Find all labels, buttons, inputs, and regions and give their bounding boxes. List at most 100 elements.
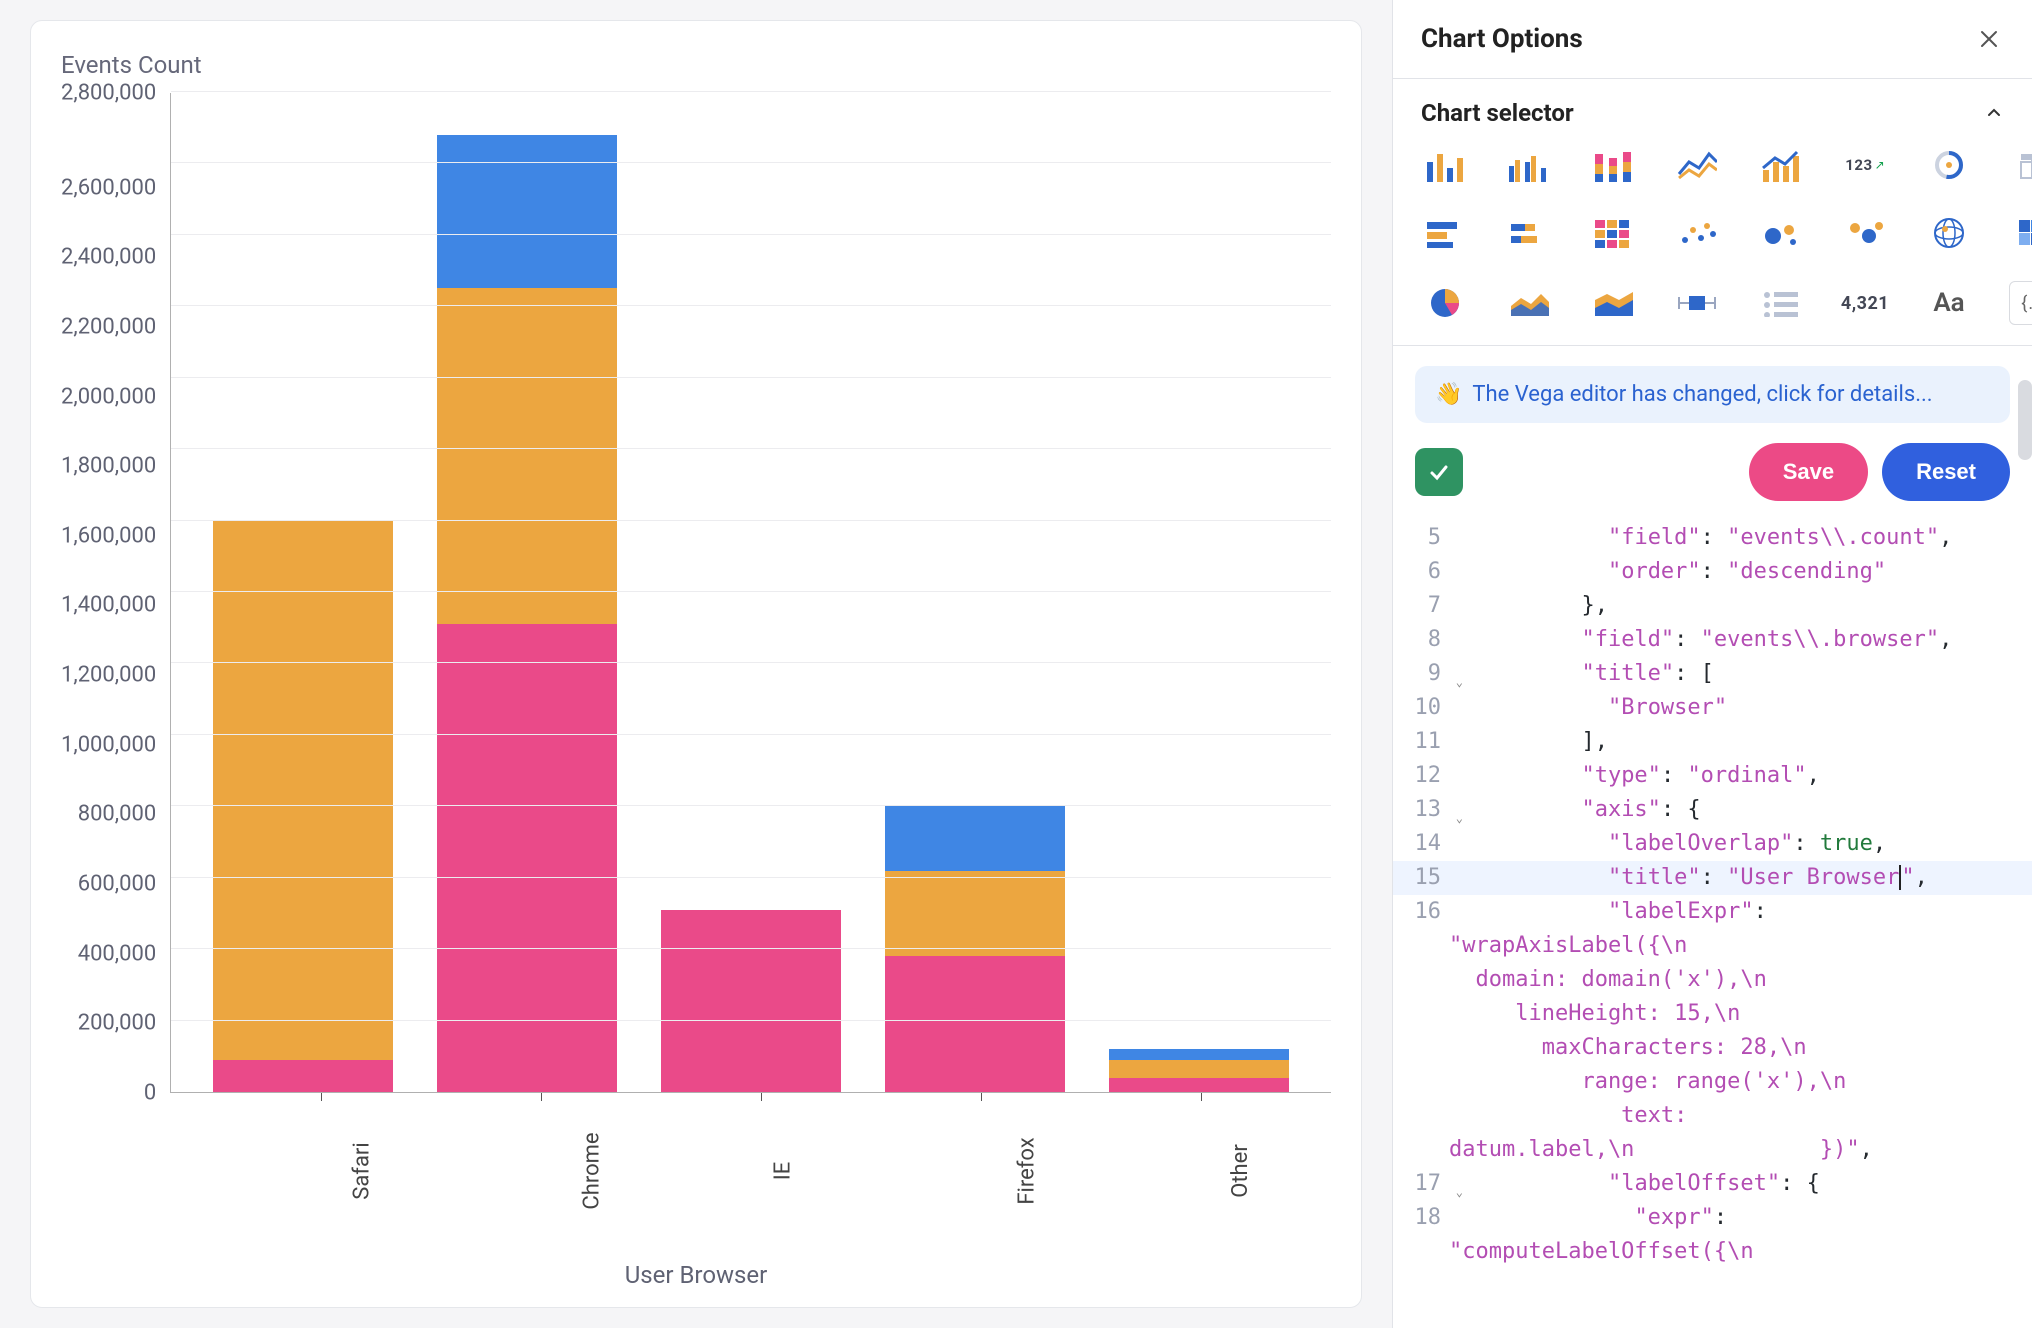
bar-segment [437,624,617,1092]
section-title: Chart selector [1421,99,1574,127]
gridline [171,948,1331,949]
gridline [171,734,1331,735]
bar-segment [437,288,617,624]
code-line[interactable]: text: [1393,1099,2032,1133]
section-header[interactable]: Chart selector [1421,99,2004,127]
chart-panel: Events Count 2,800,0002,600,0002,400,000… [0,0,1392,1328]
gridline [171,234,1331,235]
y-tick-label: 2,200,000 [61,314,156,339]
code-line[interactable]: 11 ], [1393,725,2032,759]
code-line[interactable]: "wrapAxisLabel({\n [1393,929,2032,963]
gridline [171,448,1331,449]
x-tick: IE [671,1101,851,1251]
gridline [171,305,1331,306]
x-tick: Safari [231,1101,411,1251]
code-line[interactable]: maxCharacters: 28,\n [1393,1031,2032,1065]
area-icon[interactable] [1505,283,1553,323]
x-tick-label: Chrome [580,1132,605,1209]
gridline [171,520,1331,521]
x-tick: Firefox [891,1101,1071,1251]
code-line[interactable]: 7 }, [1393,589,2032,623]
fold-icon[interactable]: ⌄ [1456,801,1463,835]
gridline [171,591,1331,592]
bar-segment [213,521,393,1060]
code-line[interactable]: 17⌄ "labelOffset": { [1393,1167,2032,1201]
gridline [171,805,1331,806]
reset-button[interactable]: Reset [1882,443,2010,501]
y-axis: 2,800,0002,600,0002,400,0002,200,0002,00… [61,93,170,1093]
text-icon[interactable]: Aa [1925,283,1973,323]
vega-editor-notification[interactable]: 👋 The Vega editor has changed, click for… [1415,366,2010,423]
table-icon[interactable] [2013,145,2032,185]
chart-card: Events Count 2,800,0002,600,0002,400,000… [30,20,1362,1308]
json-icon[interactable]: {...} [2009,281,2032,325]
code-line[interactable]: 8 "field": "events\\.browser", [1393,623,2032,657]
scatter-icon[interactable] [1673,213,1721,253]
y-tick-label: 600,000 [61,872,156,897]
x-tick: Chrome [451,1101,631,1251]
boxplot-icon[interactable] [1673,283,1721,323]
matrix-icon[interactable] [1589,213,1637,253]
code-line[interactable]: range: range('x'),\n [1393,1065,2032,1099]
bar-other[interactable] [1109,1049,1289,1092]
bar-firefox[interactable] [885,806,1065,1092]
scrollbar-thumb[interactable] [2018,380,2032,460]
code-line[interactable]: lineHeight: 15,\n [1393,997,2032,1031]
fold-icon[interactable]: ⌄ [1456,1175,1463,1209]
y-tick-label: 2,400,000 [61,245,156,270]
sparkline-icon[interactable]: 123↗ [1841,145,1889,185]
sidebar-header: Chart Options [1393,0,2032,79]
horizontal-stacked-bar-icon[interactable] [1505,213,1553,253]
code-line[interactable]: 10 "Browser" [1393,691,2032,725]
area-line-icon[interactable] [1757,145,1805,185]
x-tick-label: IE [770,1162,795,1181]
vega-json-editor[interactable]: 5 "field": "events\\.count",6 "order": "… [1393,521,2032,1328]
close-icon[interactable] [1974,24,2004,54]
gridline [171,91,1331,92]
y-axis-title: Events Count [61,51,1331,79]
gridline [171,162,1331,163]
y-tick-label: 2,000,000 [61,384,156,409]
number-icon[interactable]: 4,321 [1841,283,1889,323]
bar-segment [1109,1060,1289,1078]
horizontal-bar-icon[interactable] [1421,213,1469,253]
code-line[interactable]: datum.label,\n })", [1393,1133,2032,1167]
code-line[interactable]: "computeLabelOffset({\n [1393,1235,2032,1269]
code-line[interactable]: 6 "order": "descending" [1393,555,2032,589]
code-line[interactable]: 12 "type": "ordinal", [1393,759,2032,793]
code-line[interactable]: 13⌄ "axis": { [1393,793,2032,827]
code-line[interactable]: 18 "expr": [1393,1201,2032,1235]
bar-segment [1109,1078,1289,1092]
stacked-bar-icon[interactable] [1589,145,1637,185]
code-line[interactable]: domain: domain('x'),\n [1393,963,2032,997]
list-icon[interactable] [1757,283,1805,323]
code-line[interactable]: 16 "labelExpr": [1393,895,2032,929]
fold-icon[interactable]: ⌄ [1456,665,1463,699]
gauge-icon[interactable] [1925,145,1973,185]
bubble-icon[interactable] [1757,213,1805,253]
bar-ie[interactable] [661,910,841,1092]
y-tick-label: 1,600,000 [61,523,156,548]
code-line[interactable]: 9⌄ "title": [ [1393,657,2032,691]
code-line[interactable]: 14 "labelOverlap": true, [1393,827,2032,861]
x-axis: SafariChromeIEFirefoxOther [61,1101,1331,1251]
grouped-bar-icon[interactable] [1505,145,1553,185]
chart-type-grid: 123↗ 4,321 Aa {...} [1421,145,2004,325]
bar-segment [885,806,1065,870]
code-line[interactable]: 5 "field": "events\\.count", [1393,521,2032,555]
stacked-area-icon[interactable] [1589,283,1637,323]
line-chart-icon[interactable] [1673,145,1721,185]
y-tick-label: 2,600,000 [61,175,156,200]
up-arrow-icon: ↗ [1875,158,1885,172]
pie-icon[interactable] [1421,283,1469,323]
globe-icon[interactable] [1925,213,1973,253]
x-tick-label: Firefox [1015,1137,1040,1204]
bar-chart-icon[interactable] [1421,145,1469,185]
bar-segment [437,135,617,289]
editor-action-row: Save Reset [1393,423,2032,521]
y-tick-label: 1,200,000 [61,663,156,688]
bubble-map-icon[interactable] [1841,213,1889,253]
code-line[interactable]: 15 "title": "User Browser", [1393,861,2032,895]
heatmap-icon[interactable] [2013,213,2032,253]
save-button[interactable]: Save [1749,443,1868,501]
